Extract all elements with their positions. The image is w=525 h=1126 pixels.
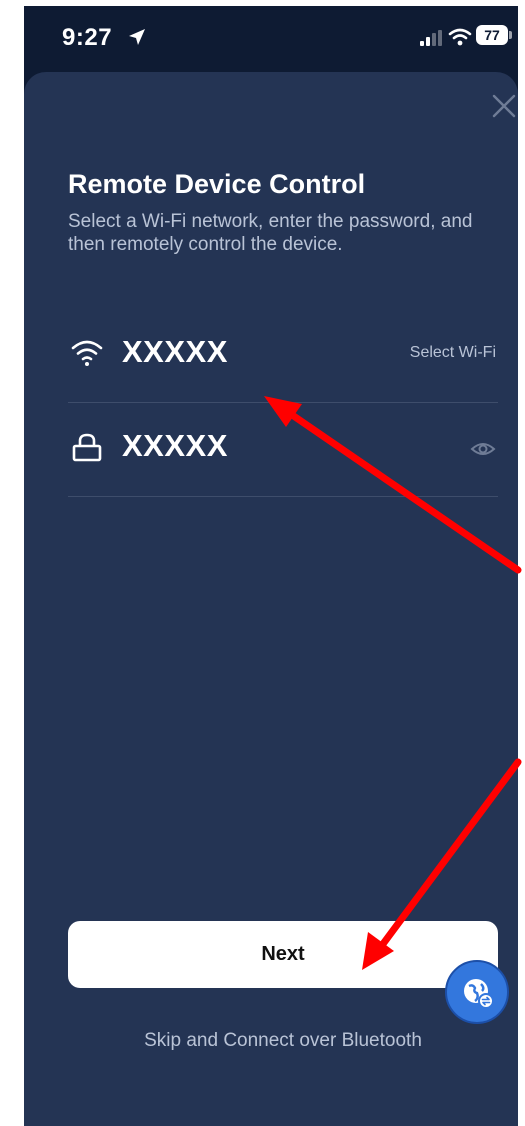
password-row[interactable]: XXXXX: [68, 404, 498, 497]
wifi-network-name: XXXXX: [122, 334, 228, 369]
cellular-signal-icon: [420, 30, 442, 46]
next-button[interactable]: Next: [68, 921, 498, 988]
location-arrow-icon: [129, 29, 145, 45]
page-subtitle: Select a Wi-Fi network, enter the passwo…: [68, 211, 473, 255]
battery-tip: [509, 31, 512, 39]
password-field[interactable]: XXXXX: [122, 428, 228, 464]
eye-icon[interactable]: [470, 438, 496, 460]
phone-screen: 9:27 77 Remote Device Control Select a W…: [24, 6, 518, 1126]
close-icon[interactable]: [490, 92, 518, 120]
remote-control-sheet: Remote Device Control Select a Wi-Fi net…: [24, 72, 518, 1126]
skip-bluetooth-link[interactable]: Skip and Connect over Bluetooth: [24, 1030, 518, 1052]
status-time: 9:27: [62, 24, 113, 51]
page-title: Remote Device Control: [68, 169, 366, 199]
battery-indicator: 77: [476, 25, 508, 45]
support-globe-icon: [464, 979, 494, 1009]
status-bar: 9:27 77: [24, 6, 518, 70]
select-wifi-link[interactable]: Select Wi-Fi: [410, 344, 496, 362]
wifi-status-icon: [448, 28, 472, 46]
wifi-network-row[interactable]: XXXXX Select Wi-Fi: [68, 310, 498, 403]
floating-support-button[interactable]: [445, 960, 509, 1024]
lock-icon: [72, 433, 102, 462]
wifi-icon: [71, 340, 103, 366]
